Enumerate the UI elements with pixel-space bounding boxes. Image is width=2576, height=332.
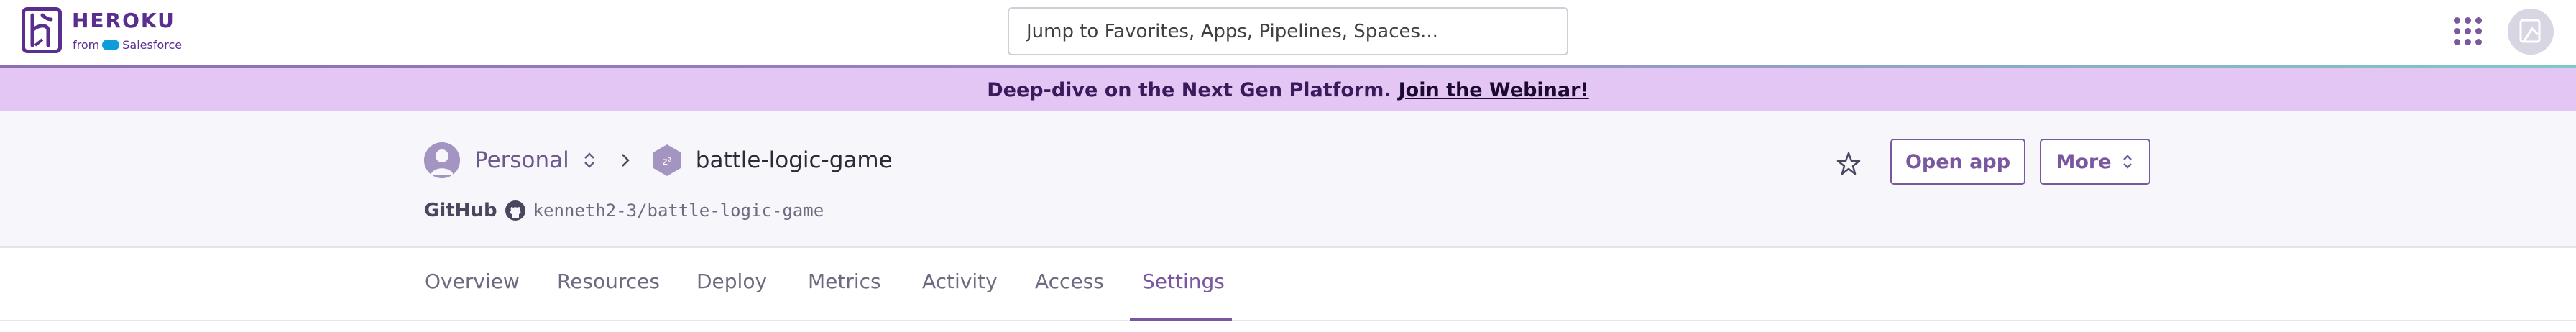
tab-resources[interactable]: Resources <box>557 269 660 293</box>
salesforce-cloud-icon <box>102 40 120 50</box>
app-tabs: Overview Resources Deploy Metrics Activi… <box>0 248 2576 321</box>
breadcrumb: Personal z² battle-logic-game <box>424 142 893 179</box>
github-icon <box>505 200 525 221</box>
chevron-updown-icon <box>2122 155 2132 169</box>
tab-settings[interactable]: Settings <box>1142 269 1225 293</box>
app-name[interactable]: battle-logic-game <box>696 147 893 173</box>
app-header: Personal z² battle-logic-game GitHub ken… <box>0 111 2576 248</box>
tab-access[interactable]: Access <box>1035 269 1104 293</box>
active-tab-indicator <box>1130 318 1232 321</box>
personal-account-avatar-icon <box>424 142 460 178</box>
grid-icon[interactable] <box>2454 17 2483 46</box>
app-hexagon-icon: z² <box>653 144 681 176</box>
heroku-wordmark: HEROKU <box>72 9 175 32</box>
heroku-logo[interactable]: HEROKU from Salesforce <box>22 7 194 57</box>
salesforce-tagline: from Salesforce <box>73 38 182 52</box>
chevron-updown-icon[interactable] <box>581 149 598 171</box>
tab-deploy[interactable]: Deploy <box>696 269 767 293</box>
banner-text: Deep-dive on the Next Gen Platform. <box>987 78 1392 101</box>
favorite-star-icon[interactable] <box>1834 149 1863 178</box>
svg-text:z²: z² <box>663 157 671 167</box>
account-switcher[interactable]: Personal <box>474 147 569 173</box>
tab-metrics[interactable]: Metrics <box>808 269 881 293</box>
heroku-logo-mark-icon <box>22 7 62 53</box>
user-avatar-icon[interactable] <box>2508 9 2554 55</box>
tab-activity[interactable]: Activity <box>922 269 998 293</box>
chevron-right-icon <box>621 154 630 167</box>
repo-path-link[interactable]: kenneth2-3/battle-logic-game <box>533 200 824 221</box>
tab-overview[interactable]: Overview <box>425 269 520 293</box>
from-text: from <box>73 38 100 52</box>
open-app-button[interactable]: Open app <box>1890 139 2025 185</box>
source-label: GitHub <box>424 200 497 221</box>
top-navigation-bar: HEROKU from Salesforce <box>0 0 2576 68</box>
more-button[interactable]: More <box>2040 139 2150 185</box>
webinar-link[interactable]: Join the Webinar! <box>1399 79 1589 101</box>
partner-name: Salesforce <box>122 38 183 52</box>
repo-link-line: GitHub kenneth2-3/battle-logic-game <box>424 198 824 223</box>
search-input[interactable] <box>1008 7 1568 55</box>
promo-banner: Deep-dive on the Next Gen Platform. Join… <box>0 68 2576 111</box>
more-button-label: More <box>2056 150 2112 173</box>
